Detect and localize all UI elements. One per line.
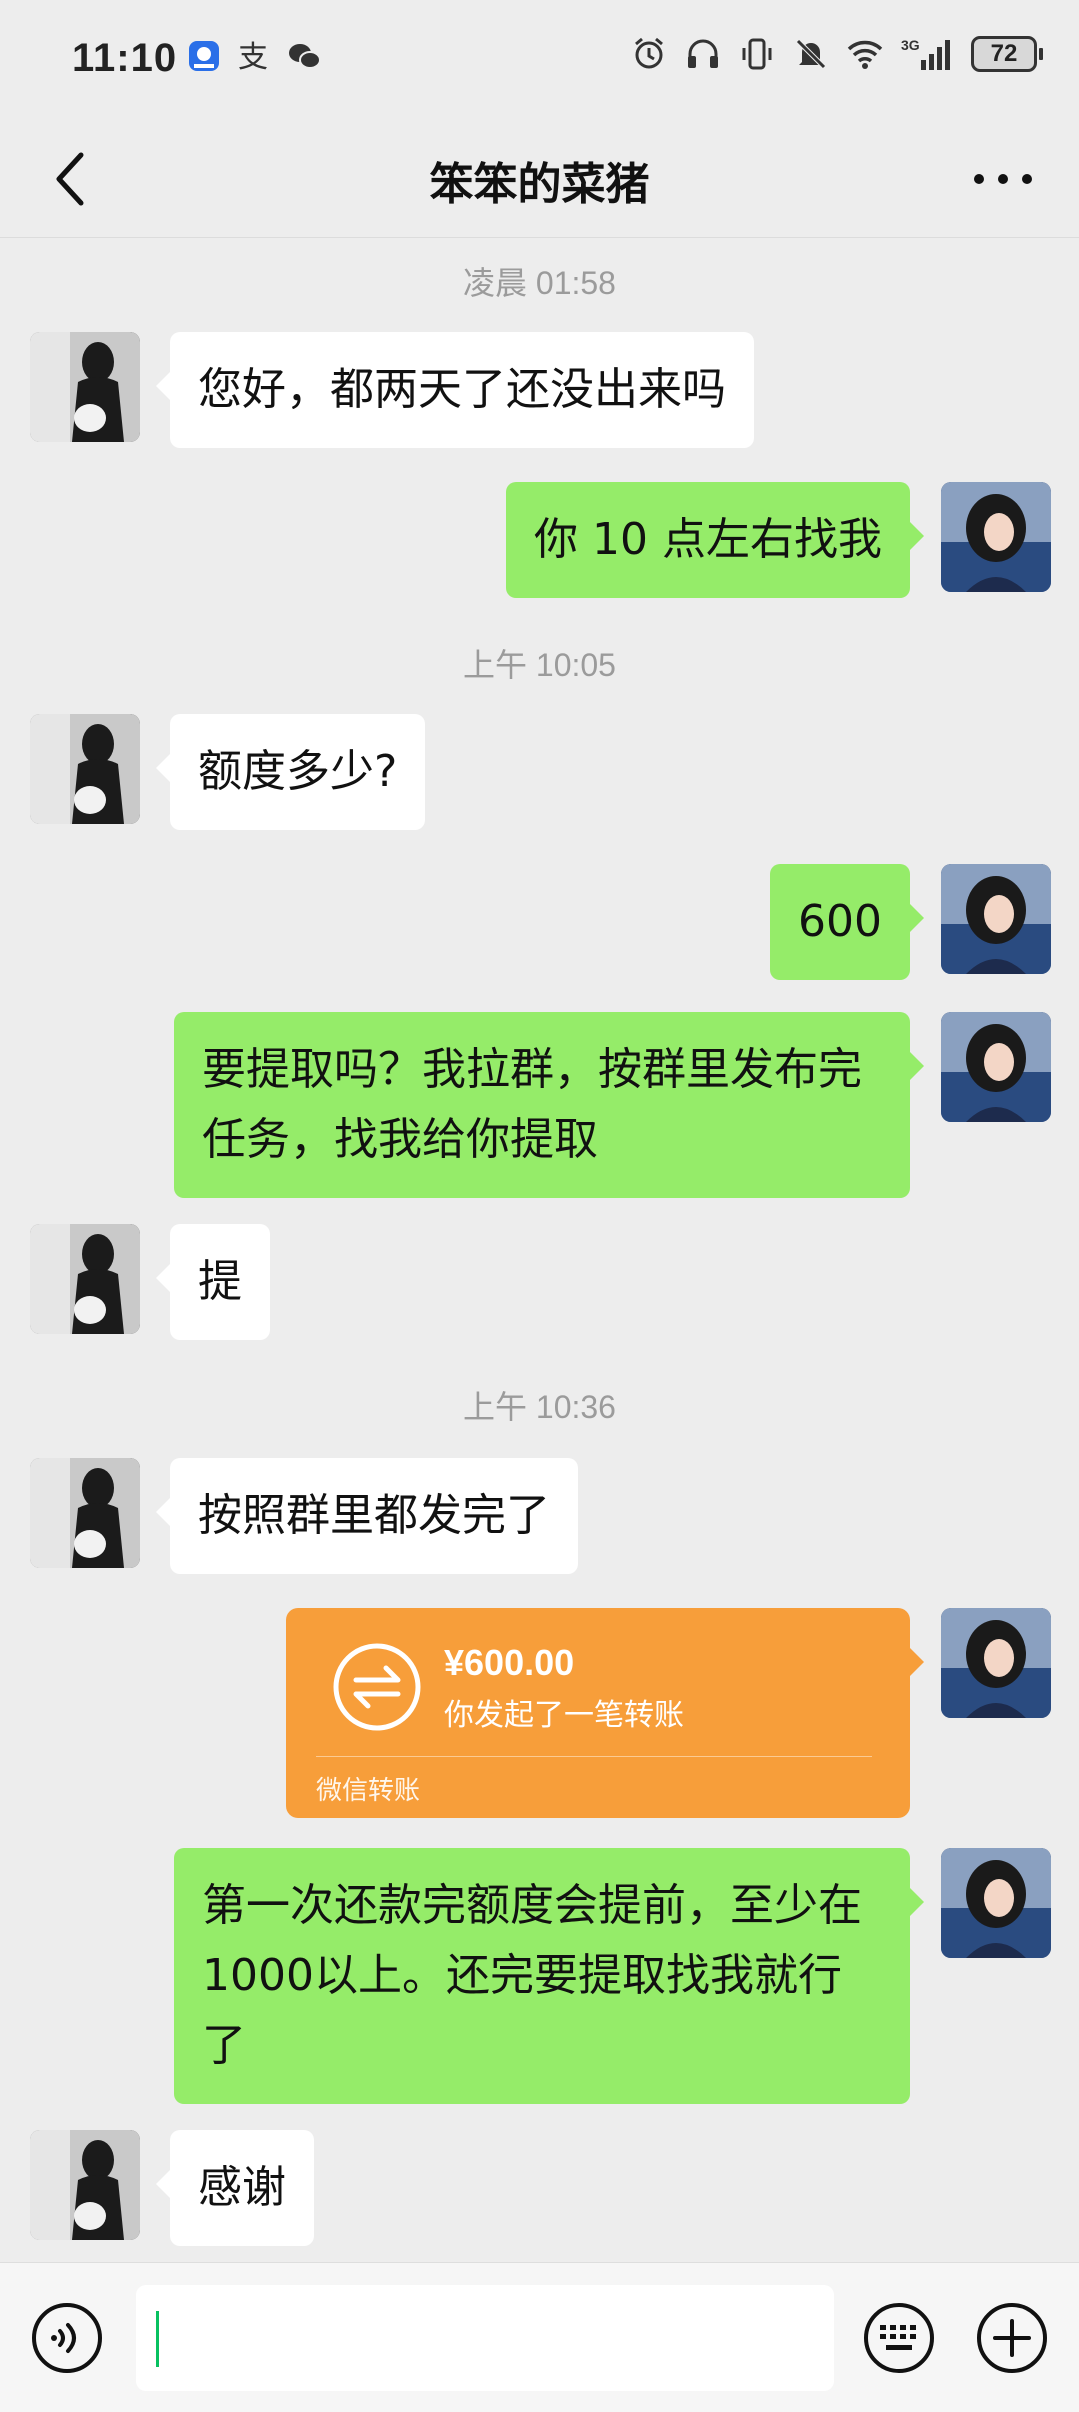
svg-text:3G: 3G [901, 37, 920, 53]
vibrate-icon [742, 38, 772, 70]
text-cursor [156, 2311, 159, 2367]
message-bubble[interactable]: 600 [770, 864, 924, 980]
timestamp: 上午 10:05 [463, 647, 616, 683]
avatar-photo [30, 714, 140, 824]
transfer-card[interactable]: ¥600.00 你发起了一笔转账 微信转账 [286, 1608, 924, 1818]
chat-message-list[interactable]: 凌晨 01:58 您好，都两天了还没出来吗 你 10 点左右找我 上午 10:0… [0, 238, 1079, 2262]
chat-header: 笨笨的菜猪 [0, 120, 1079, 238]
my-avatar[interactable] [941, 482, 1051, 592]
my-avatar[interactable] [941, 1012, 1051, 1122]
avatar-photo [941, 1848, 1051, 1958]
status-left-icons: 支 [186, 38, 322, 74]
avatar-photo [30, 1458, 140, 1568]
battery-level: 72 [971, 36, 1037, 72]
message-bubble[interactable]: 你 10 点左右找我 [506, 482, 924, 598]
my-avatar[interactable] [941, 864, 1051, 974]
headphones-icon [688, 39, 718, 68]
alarm-icon [635, 37, 663, 69]
timestamp: 凌晨 01:58 [463, 265, 616, 301]
wechat-icon [289, 44, 321, 69]
avatar-photo [941, 864, 1051, 974]
my-avatar[interactable] [941, 1608, 1051, 1718]
contact-avatar[interactable] [30, 714, 140, 824]
message-bubble[interactable]: 感谢 [156, 2130, 314, 2246]
avatar-photo [941, 482, 1051, 592]
alipay-icon: 支 [238, 40, 268, 74]
app-badge-icon [189, 41, 219, 71]
more-dots-icon [974, 174, 1032, 184]
divider [316, 1756, 872, 1757]
message-bubble[interactable]: 您好，都两天了还没出来吗 [156, 332, 754, 448]
transfer-icon [333, 1643, 421, 1731]
plus-circle-icon[interactable] [975, 2301, 1049, 2375]
battery-tip [1039, 48, 1043, 60]
contact-avatar[interactable] [30, 1458, 140, 1568]
message-bubble[interactable]: 第一次还款完额度会提前，至少在1000以上。还完要提取找我就行了 [174, 1848, 924, 2104]
status-time: 11:10 [72, 36, 178, 80]
timestamp: 上午 10:36 [463, 1389, 616, 1425]
message-bubble[interactable]: 要提取吗？我拉群，按群里发布完任务，找我给你提取 [174, 1012, 924, 1198]
avatar-photo [30, 1224, 140, 1334]
transfer-label: 微信转账 [316, 1776, 421, 1806]
wifi-icon [847, 40, 883, 69]
message-bubble[interactable]: 提 [156, 1224, 270, 1340]
input-bar [0, 2262, 1079, 2412]
contact-avatar[interactable] [30, 1224, 140, 1334]
battery-icon: 72 [971, 36, 1043, 72]
avatar-photo [30, 332, 140, 442]
status-right-icons: 3G 72 [631, 36, 1043, 72]
message-bubble[interactable]: 按照群里都发完了 [156, 1458, 578, 1574]
contact-avatar[interactable] [30, 332, 140, 442]
contact-avatar[interactable] [30, 2130, 140, 2240]
keyboard-icon[interactable] [862, 2301, 936, 2375]
avatar-photo [941, 1608, 1051, 1718]
avatar-photo [941, 1012, 1051, 1122]
signal-3g-icon: 3G [901, 37, 950, 70]
more-button[interactable] [963, 144, 1043, 214]
transfer-description: 你发起了一笔转账 [444, 1698, 684, 1733]
chat-title: 笨笨的菜猪 [429, 159, 650, 210]
voice-icon[interactable] [30, 2301, 104, 2375]
status-bar: 11:10 支 3G 72 [0, 0, 1079, 120]
message-input[interactable] [136, 2285, 834, 2391]
message-bubble[interactable]: 额度多少? [155, 714, 426, 830]
avatar-photo [30, 2130, 140, 2240]
mute-icon [796, 39, 826, 69]
my-avatar[interactable] [941, 1848, 1051, 1958]
svg-text:支: 支 [238, 40, 268, 74]
transfer-amount: ¥600.00 [444, 1642, 575, 1683]
